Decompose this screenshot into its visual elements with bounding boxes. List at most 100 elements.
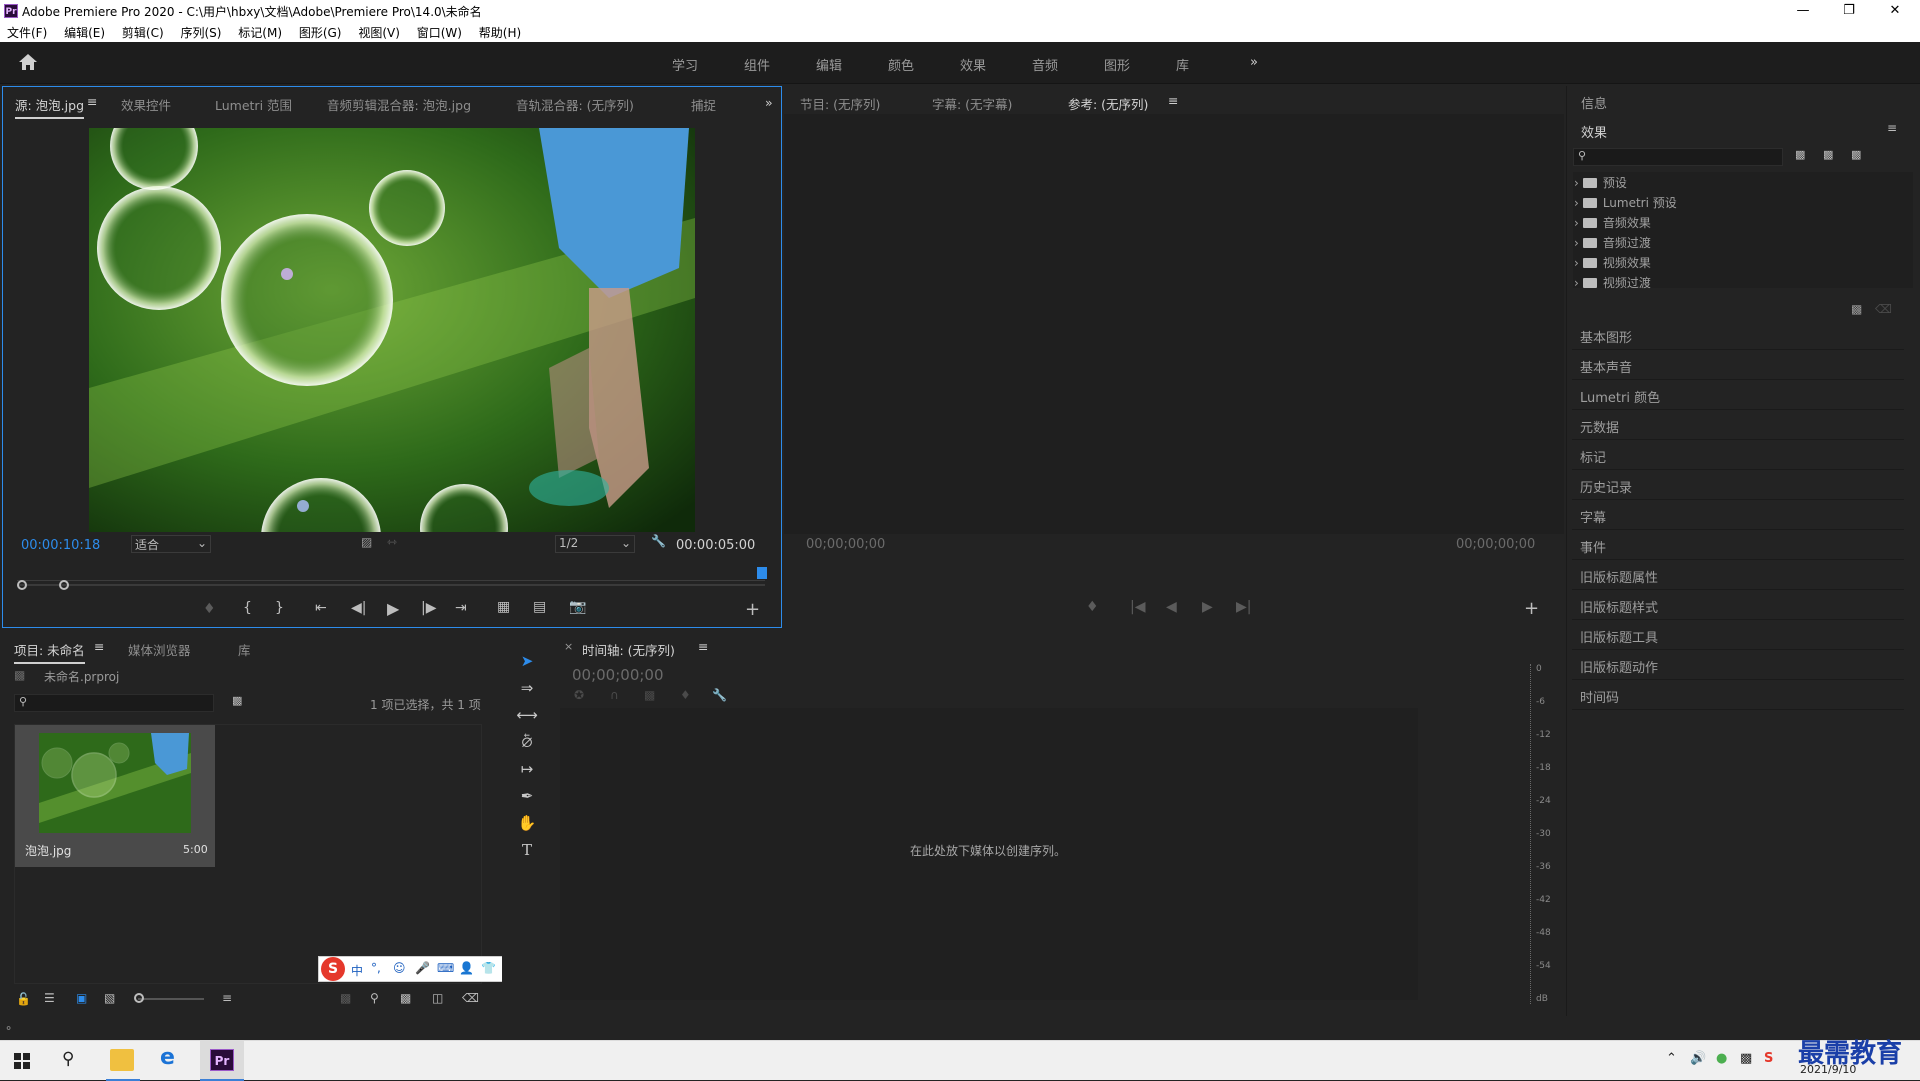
button-editor-plus-icon[interactable]: + [745, 599, 760, 620]
effects-tree-item[interactable]: › 视频效果 [1574, 254, 1651, 274]
list-view-icon[interactable]: ☰ [44, 991, 55, 1005]
source-time-ruler[interactable] [17, 567, 767, 581]
tab-libraries[interactable]: 库 [238, 640, 251, 659]
icon-view-icon[interactable]: ▣ [76, 991, 87, 1005]
menu-graphics[interactable]: 图形(G) [292, 22, 342, 41]
go-to-in-icon[interactable]: ⇤ [315, 600, 327, 616]
effects-tree-item[interactable]: › 视频过渡 [1574, 274, 1651, 294]
trash-icon[interactable]: ⌫ [462, 991, 479, 1005]
camera-icon[interactable]: 📷 [569, 599, 586, 615]
sogou-icon[interactable]: S [321, 957, 345, 981]
type-tool-icon[interactable]: T [516, 839, 538, 861]
workspace-color[interactable]: 颜色 [888, 55, 914, 74]
source-timecode[interactable]: 00:00:10:18 [21, 538, 100, 553]
premiere-taskbar-button[interactable]: Pr [200, 1041, 244, 1081]
freeform-view-icon[interactable]: ▧ [104, 991, 115, 1005]
ime-keyboard-icon[interactable]: ⌨ [437, 961, 454, 975]
32bit-effects-icon[interactable]: ▩ [1823, 148, 1833, 161]
ime-punctuation[interactable]: °, [371, 961, 381, 975]
export-frame-settings-icon[interactable]: ▨ [361, 535, 372, 549]
new-bin-icon[interactable]: ▩ [1851, 302, 1862, 316]
track-select-tool-icon[interactable]: ⇒ [516, 677, 538, 699]
show-hidden-icons[interactable]: ⌃ [1666, 1051, 1677, 1066]
step-back-icon[interactable]: ◀| [351, 600, 366, 616]
menu-sequence[interactable]: 序列(S) [173, 22, 221, 41]
wrench-icon[interactable]: 🔧 [712, 688, 727, 702]
wrench-icon[interactable]: 🔧 [651, 534, 666, 548]
insert-icon[interactable]: ▦ [497, 599, 510, 615]
menu-file[interactable]: 文件(F) [0, 22, 47, 41]
pen-tool-icon[interactable]: ✒ [516, 785, 538, 807]
tab-menu-icon[interactable]: ≡ [698, 639, 708, 654]
tab-audio-clip-mixer[interactable]: 音频剪辑混合器: 泡泡.jpg [327, 95, 471, 114]
effects-tree-item[interactable]: › 音频过渡 [1574, 234, 1651, 254]
effects-tree-item[interactable]: › Lumetri 预设 [1574, 194, 1677, 214]
new-bin-icon[interactable]: ▩ [400, 991, 411, 1005]
tab-timeline[interactable]: 时间轴: (无序列) [582, 640, 675, 662]
tab-media-browser[interactable]: 媒体浏览器 [128, 640, 191, 659]
zoom-fit-select[interactable]: 适合 ⌄ [131, 535, 211, 553]
workspace-libraries[interactable]: 库 [1176, 55, 1189, 74]
effects-search-input[interactable]: ⚲ [1573, 148, 1783, 166]
panel-legacy-title-actions[interactable]: 旧版标题动作 [1572, 650, 1904, 680]
panel-essential-sound[interactable]: 基本声音 [1572, 350, 1904, 380]
hand-tool-icon[interactable]: ✋ [516, 812, 538, 834]
effects-panel-title[interactable]: 效果 [1581, 122, 1607, 141]
project-search-input[interactable]: ⚲ [14, 694, 214, 712]
step-forward-icon[interactable]: |▶ [421, 600, 436, 616]
timeline-timecode[interactable]: 00;00;00;00 [572, 666, 664, 684]
ime-voice-icon[interactable]: 🎤 [415, 961, 430, 975]
overwrite-icon[interactable]: ▤ [533, 599, 546, 615]
panel-legacy-title-tools[interactable]: 旧版标题工具 [1572, 620, 1904, 650]
thumbnail-size-slider[interactable] [138, 998, 204, 1000]
tab-source[interactable]: 源: 泡泡.jpg [15, 95, 85, 119]
panel-metadata[interactable]: 元数据 [1572, 410, 1904, 440]
panel-overflow-icon[interactable]: » [765, 95, 773, 110]
ripple-edit-tool-icon[interactable]: ⟷ [516, 704, 538, 726]
selection-tool-icon[interactable]: ➤ [516, 650, 538, 672]
play-icon[interactable]: ▶ [387, 599, 399, 618]
workspace-learn[interactable]: 学习 [672, 55, 698, 74]
new-item-icon[interactable]: ◫ [432, 991, 443, 1005]
menu-marker[interactable]: 标记(M) [231, 22, 282, 41]
slip-tool-icon[interactable]: ↦ [516, 758, 538, 780]
yuv-effects-icon[interactable]: ▩ [1851, 148, 1861, 161]
lock-icon[interactable]: 🔓 [16, 992, 31, 1006]
search-icon[interactable]: ⚲ [62, 1049, 74, 1069]
workspace-graphics[interactable]: 图形 [1104, 55, 1130, 74]
ime-chinese-mode[interactable]: 中 [351, 962, 363, 979]
workspace-assembly[interactable]: 组件 [744, 55, 770, 74]
menu-clip[interactable]: 剪辑(C) [115, 22, 164, 41]
panel-essential-graphics[interactable]: 基本图形 [1572, 320, 1904, 350]
slider-handle[interactable] [134, 993, 144, 1003]
effects-tree-item[interactable]: › 音频效果 [1574, 214, 1651, 234]
tab-capture[interactable]: 捕捉 [691, 95, 716, 114]
timeline-drop-area[interactable]: 在此处放下媒体以创建序列。 [560, 708, 1418, 1000]
find-bin-icon[interactable]: ▩ [232, 694, 242, 707]
panel-lumetri-color[interactable]: Lumetri 颜色 [1572, 380, 1904, 410]
find-icon[interactable]: ⚲ [370, 991, 379, 1005]
panel-legacy-title-styles[interactable]: 旧版标题样式 [1572, 590, 1904, 620]
restore-button[interactable]: ❐ [1826, 0, 1872, 22]
menu-help[interactable]: 帮助(H) [472, 22, 521, 41]
panel-markers[interactable]: 标记 [1572, 440, 1904, 470]
tab-audio-track-mixer[interactable]: 音轨混合器: (无序列) [516, 95, 634, 114]
panel-events[interactable]: 事件 [1572, 530, 1904, 560]
ime-skin-icon[interactable]: 👕 [481, 961, 496, 975]
windows-start-icon[interactable] [14, 1053, 30, 1069]
menu-edit[interactable]: 编辑(E) [57, 22, 105, 41]
menu-view[interactable]: 视图(V) [351, 22, 400, 41]
file-explorer-icon[interactable] [110, 1049, 134, 1071]
playback-resolution-select[interactable]: 1/2 ⌄ [555, 535, 635, 553]
accelerated-effects-icon[interactable]: ▩ [1795, 148, 1805, 161]
panel-captions[interactable]: 字幕 [1572, 500, 1904, 530]
go-to-out-icon[interactable]: ⇥ [455, 600, 467, 616]
mark-out-icon[interactable]: } [275, 600, 284, 616]
close-button[interactable]: ✕ [1872, 0, 1918, 22]
effects-tree-item[interactable]: › 预设 [1574, 174, 1627, 194]
tab-menu-icon[interactable]: ≡ [87, 94, 97, 109]
tab-menu-icon[interactable]: ≡ [94, 639, 104, 654]
panel-legacy-title-properties[interactable]: 旧版标题属性 [1572, 560, 1904, 590]
home-icon[interactable] [18, 53, 38, 71]
tab-lumetri-scopes[interactable]: Lumetri 范围 [215, 95, 292, 114]
